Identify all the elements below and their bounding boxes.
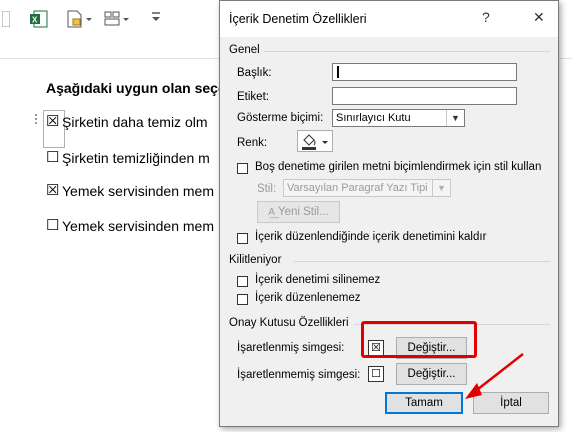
display-select[interactable]: Sınırlayıcı Kutu ▼ <box>332 109 465 127</box>
chevron-down-icon: ▼ <box>432 180 450 196</box>
style-select-value: Varsayılan Paragraf Yazı Tipi <box>287 182 428 194</box>
document-item-1: Şirketin daha temiz olm <box>62 114 208 130</box>
locking-section-divider <box>294 261 550 262</box>
tag-input[interactable] <box>332 87 517 105</box>
style-checkbox-label: Boş denetime girilen metni biçimlendirme… <box>255 161 542 173</box>
color-label: Renk: <box>237 137 268 149</box>
toolbar-separator-icon <box>2 11 10 27</box>
document-item-4: Yemek servisinden mem <box>62 218 214 234</box>
remove-control-label: İçerik düzenlendiğinde içerik denetimini… <box>255 231 487 243</box>
dialog-title: İçerik Denetim Özellikleri <box>229 12 367 26</box>
cannot-delete-label: İçerik denetimi silinemez <box>255 274 381 286</box>
svg-text:X: X <box>32 16 38 25</box>
document-checkbox-3[interactable]: ☒ <box>46 181 59 199</box>
document-item-2: Şirketin temizliğinden m <box>62 150 210 166</box>
dialog-titlebar[interactable]: İçerik Denetim Özellikleri ? ✕ <box>220 1 558 37</box>
content-control-handle[interactable] <box>33 113 43 127</box>
document-checkbox-1[interactable]: ☒ <box>46 112 59 130</box>
file-new-icon[interactable] <box>66 10 94 28</box>
red-arrow-icon <box>465 353 524 399</box>
locking-section-title: Kilitleniyor <box>229 254 282 266</box>
checkbox-section-title: Onay Kutusu Özellikleri <box>229 317 349 329</box>
display-select-value: Sınırlayıcı Kutu <box>336 112 411 124</box>
document-heading: Aşağıdaki uygun olan seçe <box>46 80 226 96</box>
cannot-edit-checkbox[interactable] <box>237 294 248 305</box>
chevron-down-icon: ▼ <box>446 110 464 126</box>
tag-label: Etiket: <box>237 91 269 103</box>
title-label: Başlık: <box>237 67 272 79</box>
title-input[interactable] <box>332 63 517 81</box>
layout-icon[interactable] <box>104 10 132 28</box>
document-item-3: Yemek servisinden mem <box>62 183 214 199</box>
text-cursor <box>337 66 339 78</box>
cannot-delete-checkbox[interactable] <box>237 276 248 287</box>
close-button[interactable]: ✕ <box>533 9 545 26</box>
general-section-title: Genel <box>229 44 260 56</box>
style-label: Stil: <box>257 183 277 195</box>
style-select[interactable]: Varsayılan Paragraf Yazı Tipi ▼ <box>283 179 451 197</box>
general-section-divider <box>264 51 550 52</box>
new-style-button-label: Yeni Stil... <box>277 206 329 218</box>
document-checkbox-2[interactable]: ☐ <box>46 148 59 166</box>
display-label: Gösterme biçimi: <box>237 112 324 124</box>
checked-symbol-label: İşaretlenmiş simgesi: <box>237 342 345 354</box>
new-style-icon: A͟ <box>268 207 275 218</box>
style-checkbox[interactable] <box>237 163 248 174</box>
dropdown-arrow-icon[interactable] <box>150 11 162 25</box>
color-picker-button[interactable] <box>297 130 333 152</box>
new-style-button[interactable]: A͟ Yeni Stil... <box>257 201 340 223</box>
help-button[interactable]: ? <box>482 9 490 25</box>
cannot-edit-label: İçerik düzenlenemez <box>255 292 361 304</box>
document-checkbox-4[interactable]: ☐ <box>46 216 59 234</box>
unchecked-symbol-label: İşaretlenmemiş simgesi: <box>237 369 361 381</box>
excel-icon[interactable]: X <box>30 10 48 28</box>
remove-control-checkbox[interactable] <box>237 233 248 244</box>
ok-button[interactable]: Tamam <box>385 392 463 414</box>
unchecked-symbol-preview: ☐ <box>368 366 384 382</box>
paint-bucket-icon <box>302 134 328 150</box>
